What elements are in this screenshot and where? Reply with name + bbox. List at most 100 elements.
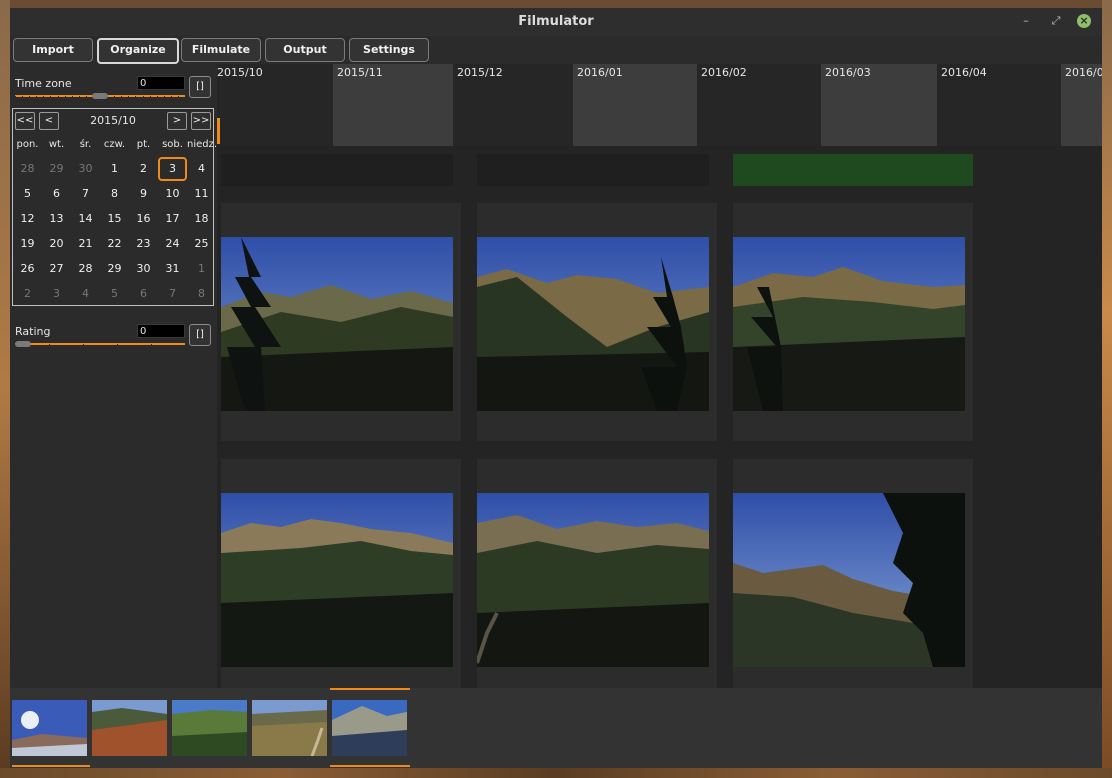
tab-organize[interactable]: Organize — [97, 38, 179, 64]
calendar-day[interactable]: 2 — [129, 157, 158, 181]
timeline-month[interactable]: 2016/02 — [697, 64, 821, 146]
calendar-day[interactable]: 4 — [71, 282, 100, 306]
tab-filmulate[interactable]: Filmulate — [181, 38, 261, 62]
slider-tick — [121, 96, 122, 99]
photo-grid[interactable] — [217, 146, 1102, 688]
calendar-day[interactable]: 1 — [187, 257, 216, 281]
mountain-photo-2 — [477, 237, 709, 411]
thumb-red-slope[interactable] — [92, 700, 167, 756]
thumbnail-indicator — [12, 765, 90, 767]
calendar-day[interactable]: 28 — [13, 157, 42, 181]
rating-value-field[interactable]: 0 — [137, 324, 185, 338]
thumb-green-ridge[interactable] — [172, 700, 247, 756]
photo-cell[interactable] — [477, 203, 717, 441]
timezone-value-field[interactable]: 0 — [137, 76, 185, 90]
calendar-day[interactable]: 5 — [13, 182, 42, 206]
weekday-label: śr. — [79, 139, 92, 150]
calendar-day[interactable]: 6 — [42, 182, 71, 206]
date-timeline[interactable]: 2015/10 2015/11 2015/12 2016/01 2016/02 2016/… — [217, 64, 1102, 146]
tab-output[interactable]: Output — [265, 38, 345, 62]
slider-tick — [43, 96, 44, 99]
calendar-day[interactable]: 8 — [100, 182, 129, 206]
calendar-day[interactable]: 29 — [42, 157, 71, 181]
rating-label: Rating — [15, 325, 51, 338]
calendar-day[interactable]: 18 — [187, 207, 216, 231]
calendar-day[interactable]: 10 — [158, 182, 187, 206]
rating-slider-handle[interactable] — [15, 341, 31, 347]
calendar-day[interactable]: 20 — [42, 232, 71, 256]
calendar-day[interactable]: 21 — [71, 232, 100, 256]
calendar-first-button[interactable]: << — [15, 112, 35, 130]
thumbnail-indicator-top — [330, 688, 410, 690]
timeline-month[interactable]: 2016/05 — [1061, 64, 1102, 146]
calendar-day[interactable]: 1 — [100, 157, 129, 181]
slider-tick — [117, 344, 118, 347]
photo-cell[interactable] — [477, 459, 717, 688]
calendar-day[interactable]: 24 — [158, 232, 187, 256]
calendar-day[interactable]: 30 — [71, 157, 100, 181]
rating-slider-track[interactable] — [15, 343, 185, 345]
calendar-day[interactable]: 7 — [71, 182, 100, 206]
slider-tick — [150, 96, 151, 99]
tab-settings[interactable]: Settings — [349, 38, 429, 62]
restore-icon[interactable]: ⤢ — [1049, 14, 1063, 28]
calendar-month-label: 2015/10 — [90, 114, 136, 127]
timeline-month[interactable]: 2016/03 — [821, 64, 937, 146]
timezone-reset-button[interactable]: [] — [189, 76, 211, 98]
slider-tick — [143, 96, 144, 99]
timeline-month[interactable]: 2015/10 — [217, 64, 333, 146]
calendar-day[interactable]: 14 — [71, 207, 100, 231]
calendar-day[interactable]: 7 — [158, 282, 187, 306]
calendar-day[interactable]: 17 — [158, 207, 187, 231]
timezone-slider-handle[interactable] — [92, 93, 108, 99]
calendar-next-button[interactable]: > — [167, 112, 187, 130]
calendar-day[interactable]: 22 — [100, 232, 129, 256]
close-icon[interactable]: × — [1077, 14, 1091, 28]
calendar-day[interactable]: 26 — [13, 257, 42, 281]
thumb-trail[interactable] — [252, 700, 327, 756]
calendar-day[interactable]: 13 — [42, 207, 71, 231]
calendar-day[interactable]: 8 — [187, 282, 216, 306]
timeline-month[interactable]: 2015/11 — [333, 64, 453, 146]
photo-cell[interactable] — [221, 203, 461, 441]
photo-cell[interactable] — [733, 203, 973, 441]
photo-cell[interactable] — [221, 459, 461, 688]
calendar-prev-button[interactable]: < — [39, 112, 59, 130]
slider-tick — [79, 96, 80, 99]
calendar-day[interactable]: 11 — [187, 182, 216, 206]
calendar-last-button[interactable]: >> — [191, 112, 211, 130]
calendar-day[interactable]: 27 — [42, 257, 71, 281]
slider-tick — [151, 344, 152, 347]
calendar-day[interactable]: 28 — [71, 257, 100, 281]
calendar-day[interactable]: 12 — [13, 207, 42, 231]
calendar-day[interactable]: 19 — [13, 232, 42, 256]
calendar-day[interactable]: 2 — [13, 282, 42, 306]
calendar-day[interactable]: 9 — [129, 182, 158, 206]
calendar-day[interactable]: 5 — [100, 282, 129, 306]
mountain-photo-1 — [221, 237, 453, 411]
calendar-day[interactable]: 23 — [129, 232, 158, 256]
calendar-day[interactable]: 15 — [100, 207, 129, 231]
calendar-day[interactable]: 30 — [129, 257, 158, 281]
calendar-day[interactable]: 4 — [187, 157, 216, 181]
timezone-label: Time zone — [15, 77, 72, 90]
window-title: Filmulator — [518, 14, 594, 29]
photo-cell[interactable] — [733, 459, 973, 688]
timeline-month[interactable]: 2016/01 — [573, 64, 697, 146]
thumb-rocky-peak[interactable] — [332, 700, 407, 756]
timeline-month[interactable]: 2016/04 — [937, 64, 1061, 146]
date-calendar: << < 2015/10 > >> pon. wt. śr. czw. pt. sob. n… — [12, 108, 217, 306]
calendar-day[interactable]: 3 — [42, 282, 71, 306]
thumb-sunburst[interactable] — [12, 700, 87, 756]
tab-import[interactable]: Import — [13, 38, 93, 62]
rating-reset-button[interactable]: [] — [189, 324, 211, 346]
calendar-day[interactable]: 31 — [158, 257, 187, 281]
calendar-day[interactable]: 25 — [187, 232, 216, 256]
timeline-month[interactable]: 2015/12 — [453, 64, 573, 146]
calendar-day[interactable]: 16 — [129, 207, 158, 231]
minimize-icon[interactable]: – — [1019, 14, 1033, 28]
calendar-day[interactable]: 6 — [129, 282, 158, 306]
calendar-day-selected[interactable]: 3 — [158, 157, 187, 181]
filmstrip[interactable] — [10, 688, 1102, 768]
calendar-day[interactable]: 29 — [100, 257, 129, 281]
